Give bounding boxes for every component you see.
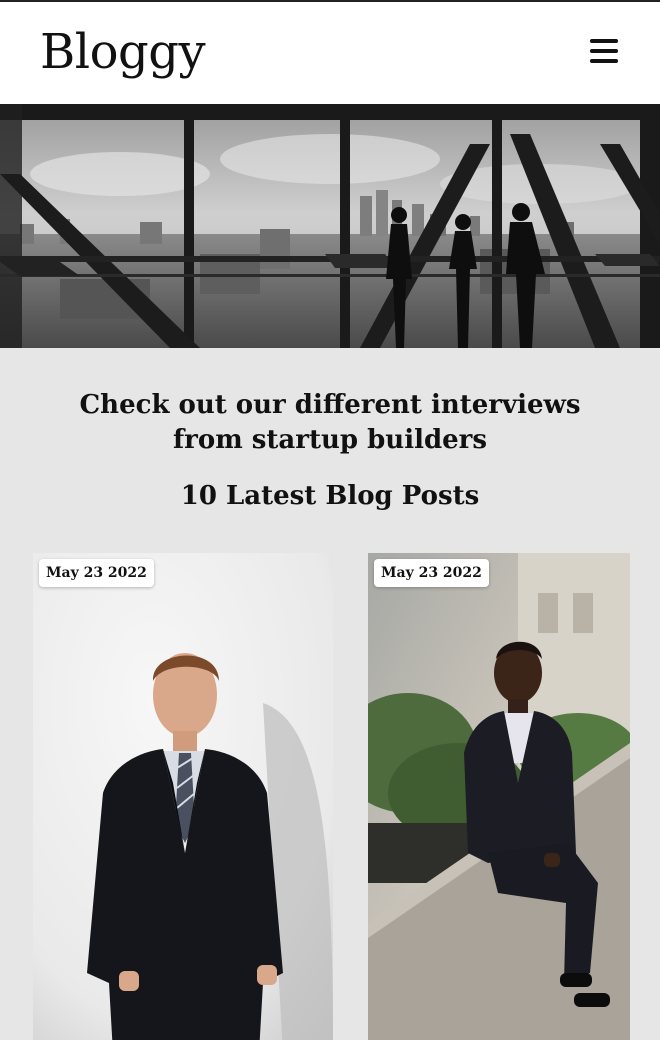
menu-bar bbox=[590, 49, 618, 53]
hamburger-menu-icon[interactable] bbox=[590, 36, 618, 66]
section-subheading: 10 Latest Blog Posts bbox=[180, 481, 480, 511]
menu-bar bbox=[590, 39, 618, 43]
post-date-badge: May 23 2022 bbox=[374, 559, 489, 587]
blog-post-card[interactable]: May 23 2022 bbox=[368, 553, 630, 1040]
site-header: Bloggy bbox=[0, 2, 660, 104]
post-date-badge: May 23 2022 bbox=[39, 559, 154, 587]
post-image-smiling-man bbox=[368, 553, 630, 1040]
intro-section: Check out our different interviews from … bbox=[0, 348, 660, 514]
blog-post-card[interactable]: May 23 2022 bbox=[33, 553, 333, 1040]
hero-photo-illustration bbox=[0, 104, 660, 348]
site-logo[interactable]: Bloggy bbox=[40, 22, 206, 82]
page-headline: Check out our different interviews from … bbox=[79, 390, 581, 455]
blog-post-list: May 23 2022 May 23 2022 bbox=[0, 553, 660, 1040]
hero-image bbox=[0, 104, 660, 348]
menu-bar bbox=[590, 59, 618, 63]
post-image-businessman bbox=[33, 553, 333, 1040]
